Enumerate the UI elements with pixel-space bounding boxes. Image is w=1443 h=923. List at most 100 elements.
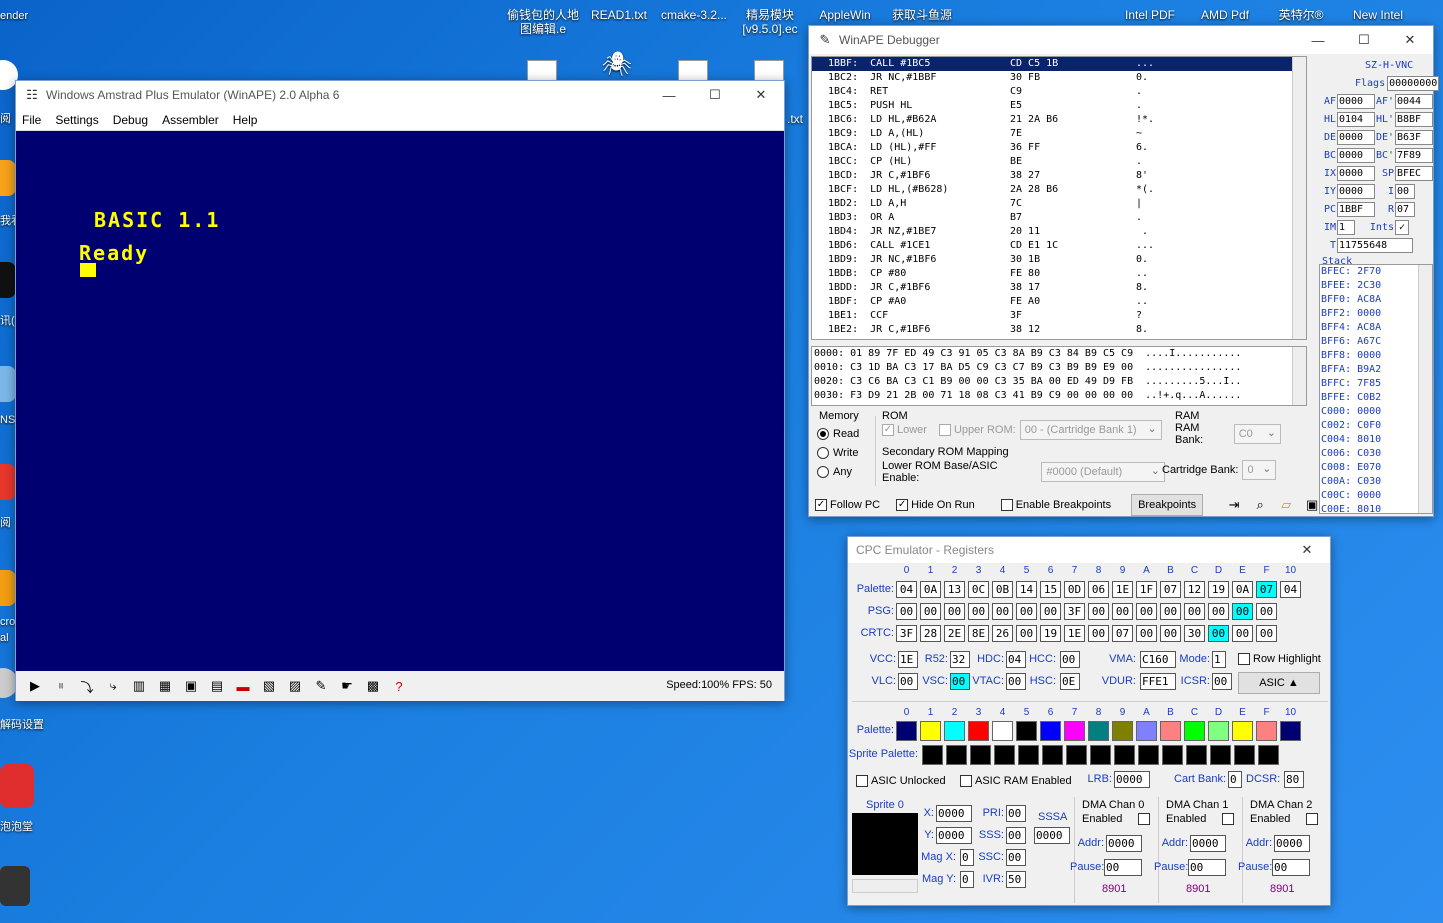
stack-row[interactable]: C000: 0000: [1320, 405, 1432, 419]
disasm-row[interactable]: 1BD2: LD A,H 7C |: [812, 197, 1306, 211]
disassembly-list[interactable]: 1BBF: CALL #1BC5 CD C5 1B... 1BC2: JR NC,#…: [811, 56, 1307, 340]
breakpoints-button[interactable]: Breakpoints: [1131, 494, 1204, 516]
palette-cell[interactable]: 07: [1160, 581, 1181, 598]
disasm-row[interactable]: 1BCA: LD (HL),#FF 36 FF 6.: [812, 141, 1306, 155]
palette-swatch[interactable]: [920, 721, 941, 741]
app-icon[interactable]: [0, 464, 16, 500]
palette-cell[interactable]: 13: [944, 581, 965, 598]
dma-pause-field[interactable]: 00: [1272, 859, 1310, 876]
minimize-icon[interactable]: —: [1295, 26, 1341, 54]
disasm-row[interactable]: 1BD4: JR NZ,#1BE7 20 11 .: [812, 225, 1306, 239]
mag-x-field[interactable]: 0: [960, 849, 974, 866]
dma-addr-field[interactable]: 0000: [1106, 835, 1142, 852]
app-icon[interactable]: [0, 160, 16, 196]
stack-row[interactable]: BFFE: C0B2: [1320, 391, 1432, 405]
disasm-row[interactable]: 1BE1: CCF 3F?: [812, 309, 1306, 323]
help-icon[interactable]: ?: [388, 676, 410, 696]
palette-cell[interactable]: 0D: [1064, 581, 1085, 598]
sssa-field[interactable]: 0000: [1034, 827, 1070, 844]
register-value[interactable]: 0104: [1337, 111, 1375, 127]
spider-icon[interactable]: [0, 866, 30, 906]
palette-swatch[interactable]: [992, 721, 1013, 741]
disasm-row[interactable]: 1BDF: CP #A0 FE A0..: [812, 295, 1306, 309]
debugger-titlebar[interactable]: ✎ WinAPE Debugger — ☐ ✕: [809, 26, 1433, 54]
register-value[interactable]: B63F: [1395, 129, 1433, 145]
stack-row[interactable]: C008: E070: [1320, 461, 1432, 475]
palette-swatch[interactable]: [896, 721, 917, 741]
stack-row[interactable]: BFF6: A67C: [1320, 335, 1432, 349]
palette-cell[interactable]: 0A: [920, 581, 941, 598]
close-icon[interactable]: ✕: [1387, 26, 1433, 54]
desktop-icon[interactable]: Intel PDF: [1116, 8, 1184, 22]
enable-breakpoints-checkbox[interactable]: Enable Breakpoints: [1000, 499, 1111, 511]
palette-cell[interactable]: 1F: [1136, 581, 1157, 598]
register-value[interactable]: 0000: [1337, 147, 1375, 163]
palette-cell[interactable]: 14: [1016, 581, 1037, 598]
crtc-cell[interactable]: 30: [1184, 625, 1205, 642]
disasm-scrollbar[interactable]: [1292, 57, 1306, 339]
rom-lower-checkbox[interactable]: ✓ Lower: [882, 424, 927, 436]
psg-cell[interactable]: 00: [1232, 603, 1253, 620]
stack-row[interactable]: BFFA: B9A2: [1320, 363, 1432, 377]
stack-list[interactable]: BFEC: 2F70 BFEE: 2C30 BFF0: AC8A BFF2: 0000…: [1319, 264, 1433, 514]
desktop-icon[interactable]: 精易模块 [v9.5.0].ec: [736, 8, 804, 36]
memory-row[interactable]: 0020: C3 C6 BA C3 C1 B9 00 00 C3 35 BA 0…: [812, 375, 1306, 389]
disasm-row[interactable]: 1BBF: CALL #1BC5 CD C5 1B...: [812, 57, 1306, 71]
sprite-palette-swatch[interactable]: [970, 745, 991, 765]
psg-cell[interactable]: 00: [1184, 603, 1205, 620]
search-icon[interactable]: ⌕: [1249, 495, 1271, 515]
hdc-field[interactable]: 04: [1006, 651, 1026, 668]
memory-row[interactable]: 0000: 01 89 7F ED 49 C3 91 05 C3 8A B9 C…: [812, 347, 1306, 361]
sss-field[interactable]: 00: [1006, 827, 1026, 844]
psg-cell[interactable]: 00: [1016, 603, 1037, 620]
disasm-row[interactable]: 1BE2: JR C,#1BF6 38 12 8.: [812, 323, 1306, 337]
memory-dump[interactable]: 0000: 01 89 7F ED 49 C3 91 05 C3 8A B9 C…: [811, 346, 1307, 406]
disasm-row[interactable]: 1BC9: LD A,(HL) 7E ~: [812, 127, 1306, 141]
pri-field[interactable]: 00: [1006, 805, 1026, 822]
stack-row[interactable]: BFF0: AC8A: [1320, 293, 1432, 307]
disk-b-icon[interactable]: ▬: [232, 676, 254, 696]
ram-bank-select[interactable]: C0: [1233, 424, 1281, 444]
vdur-field[interactable]: FFE1: [1140, 673, 1176, 690]
tape-icon[interactable]: ▥: [128, 676, 150, 696]
stack-row[interactable]: C002: C0F0: [1320, 419, 1432, 433]
open-folder-icon[interactable]: ▱: [1275, 495, 1297, 515]
palette-swatch[interactable]: [1280, 721, 1301, 741]
emulator-titlebar[interactable]: ☷ Windows Amstrad Plus Emulator (WinAPE)…: [16, 81, 784, 109]
psg-cell[interactable]: 00: [1208, 603, 1229, 620]
palette-swatch[interactable]: [1232, 721, 1253, 741]
palette-swatch[interactable]: [1184, 721, 1205, 741]
dma-addr-field[interactable]: 0000: [1190, 835, 1226, 852]
palette-swatch[interactable]: [1016, 721, 1037, 741]
stack-scrollbar[interactable]: [1418, 265, 1432, 513]
palette-swatch[interactable]: [1208, 721, 1229, 741]
crtc-cell[interactable]: 00: [1160, 625, 1181, 642]
sprite-palette-swatch[interactable]: [1042, 745, 1063, 765]
memory-scrollbar[interactable]: [1292, 347, 1306, 405]
sprite-palette-swatch[interactable]: [1234, 745, 1255, 765]
spider-icon[interactable]: 🕷: [600, 53, 634, 77]
psg-cell[interactable]: 00: [992, 603, 1013, 620]
sprite-palette-swatch[interactable]: [1258, 745, 1279, 765]
palette-swatch[interactable]: [1112, 721, 1133, 741]
crtc-cell[interactable]: 00: [1256, 625, 1277, 642]
dma-enabled-checkbox[interactable]: [1222, 813, 1237, 825]
register-value[interactable]: 0000: [1337, 183, 1375, 199]
monitor-icon[interactable]: ▩: [362, 676, 384, 696]
ints-checkbox[interactable]: ✓: [1395, 219, 1409, 235]
palette-cell[interactable]: 0B: [992, 581, 1013, 598]
register-value[interactable]: 1BBF: [1337, 201, 1375, 217]
sprite-palette-swatch[interactable]: [922, 745, 943, 765]
sprite-palette-swatch[interactable]: [1114, 745, 1135, 765]
stack-row[interactable]: BFF8: 0000: [1320, 349, 1432, 363]
desktop-icon[interactable]: 偷钱包的人地 图编辑.e: [500, 8, 586, 36]
vlc-field[interactable]: 00: [898, 673, 918, 690]
palette-cell[interactable]: 19: [1208, 581, 1229, 598]
maximize-icon[interactable]: ☐: [692, 81, 738, 109]
dcsr-field[interactable]: 80: [1284, 771, 1304, 788]
sprite-palette-swatch[interactable]: [1186, 745, 1207, 765]
dma-pause-field[interactable]: 00: [1104, 859, 1142, 876]
sprite-palette-swatch[interactable]: [1210, 745, 1231, 765]
palette-swatch[interactable]: [1136, 721, 1157, 741]
qq-icon[interactable]: [0, 262, 16, 298]
